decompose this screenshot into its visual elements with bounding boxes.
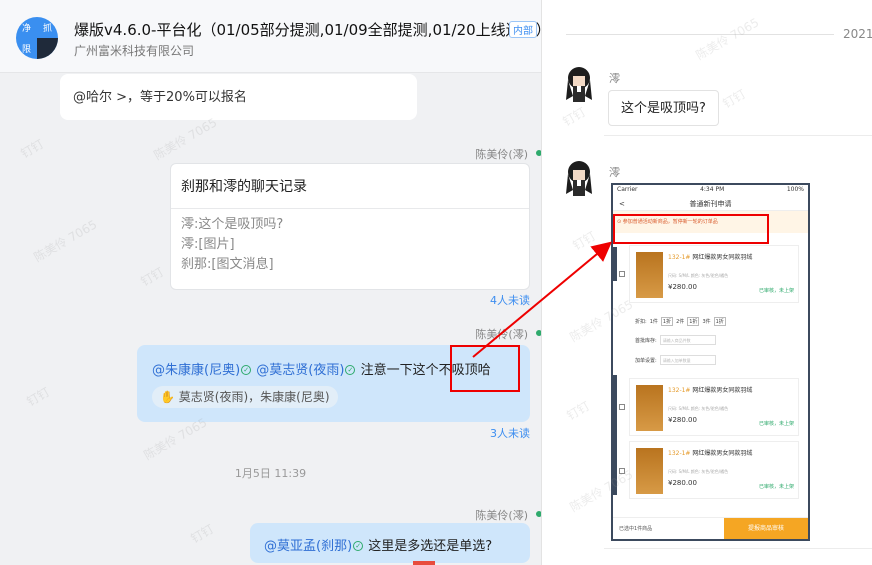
product-checkbox (619, 271, 625, 277)
phone-status-bar: Carrier 4:34 PM 100% (617, 186, 804, 193)
message-text-a: 注意一下这个 (360, 363, 439, 378)
annotation-highlight-box (613, 214, 769, 244)
stock-row: 首批库存: 请输入商品件数 (635, 335, 716, 345)
divider (604, 548, 872, 549)
read-check-icon: ✓ (353, 541, 364, 551)
watermark: 钉钉 (570, 228, 599, 253)
watermark: 钉钉 (720, 86, 749, 111)
message-sender: 陈美伶(澪) (475, 148, 528, 161)
chat-record-panel: 2021 澪 这个是吸顶吗? 澪 Carrier 4:34 PM 100% < … (541, 0, 872, 565)
ding-receivers[interactable]: ✋ 莫志贤(夜雨)，朱康康(尼奥) (152, 386, 338, 408)
message-text: @朱康康(尼奥) ✓ @莫志贤(夜雨) ✓ 注意一下这个不吸顶哈 (152, 359, 491, 378)
chat-header: 净 抓 限 爆版v4.6.0-平台化（01/05部分提测,01/09全部提测,0… (0, 0, 541, 73)
watermark: 钉钉 (188, 521, 217, 546)
hand-icon: ✋ (160, 390, 175, 404)
record-date: 2021 (843, 27, 872, 41)
message-bubble[interactable]: @哈尔 >，等于20%可以报名 (60, 74, 417, 120)
date-divider-line (566, 34, 834, 35)
back-icon: < (619, 200, 625, 208)
submit-review-button: 提报商品审核 (724, 518, 808, 539)
mention-link[interactable]: @莫志贤(夜雨) (256, 363, 344, 378)
product-image (636, 252, 663, 298)
watermark: 钉钉 (24, 384, 53, 409)
chat-record-title: 刹那和澪的聊天记录 (171, 164, 529, 209)
user-avatar (566, 67, 592, 102)
product-item: 132-1# 网红爆款男女同款羽绒 尺码: S/M/L 颜色: 灰色/驼色/橘色… (629, 378, 799, 436)
product-item: 132-1# 网红爆款男女同款羽绒 尺码: S/M/L 颜色: 灰色/驼色/橘色… (629, 245, 799, 303)
record-message: 这个是吸顶吗? (608, 90, 719, 126)
company-name: 广州富米科技有限公司 (74, 44, 195, 58)
chat-record-card[interactable]: 刹那和澪的聊天记录 澪:这个是吸顶吗? 澪:[图片] 刹那:[图文消息] (170, 163, 530, 290)
read-check-icon: ✓ (345, 365, 356, 375)
watermark: 陈美伶 7065 (693, 15, 762, 63)
internal-badge: 内部 (509, 21, 537, 38)
product-checkbox (619, 404, 625, 410)
divider (604, 135, 872, 136)
watermark: 钉钉 (18, 136, 47, 161)
read-check-icon: ✓ (241, 365, 252, 375)
phone-side-bar (613, 375, 617, 495)
annotation-highlight-box (450, 345, 520, 392)
user-avatar (566, 161, 592, 196)
reorder-row: 加单设置: 请输入加单数量 (635, 355, 716, 365)
message-sender: 陈美伶(澪) (475, 328, 528, 341)
phone-side-bar (613, 247, 617, 281)
watermark: 钉钉 (560, 104, 589, 129)
phone-bottom-bar: 已选中1件商品 提报商品审核 (613, 517, 808, 539)
chat-record-line: 澪:这个是吸顶吗? (181, 217, 284, 232)
unread-count[interactable]: 3人未读 (490, 425, 530, 441)
product-image (636, 385, 663, 431)
product-item: 132-1# 网红爆款男女同款羽绒 尺码: S/M/L 颜色: 灰色/驼色/橘色… (629, 441, 799, 499)
record-sender: 澪 (609, 166, 620, 179)
product-checkbox (619, 468, 625, 474)
mention-link[interactable]: @莫亚孟(刹那) (264, 539, 352, 554)
avatar-image-quarter (37, 38, 58, 59)
message-sender: 陈美伶(澪) (475, 509, 528, 522)
product-image (636, 448, 663, 494)
watermark: 钉钉 (564, 398, 593, 423)
message-bubble[interactable]: @莫亚孟(刹那) ✓ 这里是多选还是单选? (250, 523, 530, 563)
message-text: @莫亚孟(刹那) ✓ 这里是多选还是单选? (264, 539, 493, 554)
unread-count[interactable]: 4人未读 (490, 292, 530, 308)
phone-nav-bar: < 普通新刊申请 (613, 195, 808, 211)
scroll-indicator (413, 561, 435, 565)
watermark: 陈美伶 7065 (31, 217, 100, 265)
chat-record-line: 澪:[图片] (181, 237, 235, 252)
discount-row: 折扣: 1件 1折 2件 1折 3件 1折 (635, 317, 726, 326)
mention-link[interactable]: @朱康康(尼奥) (152, 363, 240, 378)
chat-panel: 净 抓 限 爆版v4.6.0-平台化（01/05部分提测,01/09全部提测,0… (0, 0, 541, 565)
watermark: 陈美伶 7065 (151, 115, 220, 163)
record-sender: 澪 (609, 72, 620, 85)
chat-title[interactable]: 爆版v4.6.0-平台化（01/05部分提测,01/09全部提测,01/20上线… (74, 19, 541, 40)
group-avatar[interactable]: 净 抓 限 (16, 17, 58, 59)
watermark: 钉钉 (138, 264, 167, 289)
chat-record-line: 刹那:[图文消息] (181, 257, 274, 272)
time-divider: 1月5日 11:39 (234, 467, 307, 480)
